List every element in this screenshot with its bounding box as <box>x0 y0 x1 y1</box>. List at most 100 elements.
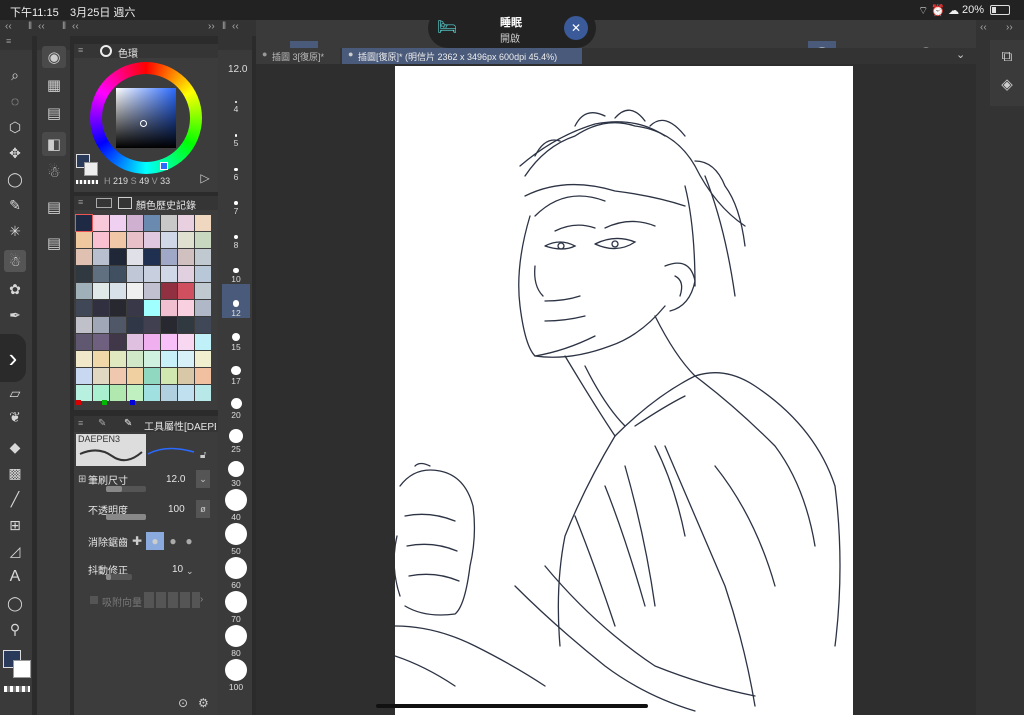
color-swatch[interactable] <box>195 266 211 282</box>
subtool-list-icon-2[interactable]: ▤ <box>42 232 66 254</box>
color-swatch[interactable] <box>127 334 143 350</box>
color-swatch[interactable] <box>195 249 211 265</box>
lock-icon[interactable]: 🔓︎ <box>200 450 206 461</box>
brush-size-item[interactable]: 15 <box>222 318 250 352</box>
tab-illustration-active[interactable]: ● 插圖[復原]* (明信片 2362 x 3496px 600dpi 45.4… <box>342 48 582 64</box>
brush-size-item[interactable]: 60 <box>222 556 250 590</box>
color-swatch[interactable] <box>75 214 93 232</box>
magic-wand-icon[interactable]: ✳ <box>4 220 26 242</box>
color-swatch[interactable] <box>76 249 92 265</box>
color-swatch[interactable] <box>93 283 109 299</box>
color-swatch[interactable] <box>127 249 143 265</box>
collapse-left-icon[interactable]: ‹‹ <box>5 21 12 32</box>
color-swatch[interactable] <box>195 232 211 248</box>
color-swatch[interactable] <box>161 215 177 231</box>
color-swatch[interactable] <box>110 385 126 401</box>
color-swatch[interactable] <box>76 385 92 401</box>
hue-ring[interactable] <box>90 62 202 174</box>
brush-size-item[interactable]: 8 <box>222 216 250 250</box>
collapse-left-icon-3[interactable]: ‹‹ <box>72 21 79 32</box>
color-swatch[interactable] <box>144 300 160 316</box>
lasso-select-icon[interactable]: ◌ <box>4 90 26 112</box>
sidebar-expand-chevron-icon[interactable]: › <box>0 334 26 382</box>
brush-size-item[interactable]: 80 <box>222 624 250 658</box>
brush-preview[interactable]: DAEPEN3 <box>76 434 146 466</box>
tool-property-tab-icon[interactable]: ✎ <box>98 418 106 429</box>
subtool-list-icon[interactable]: ▤ <box>42 196 66 218</box>
brush-size-item[interactable]: 20 <box>222 386 250 420</box>
opacity-toggle-icon[interactable]: ø <box>196 500 210 518</box>
brush-size-item[interactable]: 10 <box>222 250 250 284</box>
color-swatch[interactable] <box>195 385 211 401</box>
color-swatch[interactable] <box>178 351 194 367</box>
color-swatch[interactable] <box>161 283 177 299</box>
color-history-tab-icon[interactable] <box>118 197 132 209</box>
marker-subtool-icon[interactable]: ▤ <box>42 102 66 124</box>
color-swatch[interactable] <box>161 385 177 401</box>
stabilizer-slider[interactable] <box>106 574 132 580</box>
lasso-tool-icon[interactable]: ◯ <box>4 168 26 190</box>
canvas-paper[interactable] <box>395 66 853 715</box>
color-swatch[interactable] <box>76 317 92 333</box>
sub-color-chip[interactable] <box>84 162 98 176</box>
color-swatch[interactable] <box>195 351 211 367</box>
color-swatch[interactable] <box>144 215 160 231</box>
color-swatch[interactable] <box>178 283 194 299</box>
color-swatch[interactable] <box>161 266 177 282</box>
color-swatch[interactable] <box>93 215 109 231</box>
balloon-tool-icon[interactable]: ◯ <box>4 592 26 614</box>
color-swatch[interactable] <box>195 334 211 350</box>
color-swatch[interactable] <box>93 249 109 265</box>
color-swatch[interactable] <box>110 351 126 367</box>
pen-subtool-icon[interactable]: ◉ <box>42 46 66 68</box>
panel-split-icon-3[interactable]: ‖ <box>222 21 226 32</box>
sleep-close-icon[interactable]: ✕ <box>564 16 588 40</box>
color-swatch[interactable] <box>110 317 126 333</box>
color-swatch[interactable] <box>178 215 194 231</box>
brush-size-expand-icon[interactable]: ⊞ <box>78 474 86 485</box>
brush-size-item[interactable]: 30 <box>222 454 250 488</box>
color-swatch[interactable] <box>110 249 126 265</box>
color-swatch[interactable] <box>144 334 160 350</box>
brush-subtool-icon[interactable]: ◧ <box>42 132 66 156</box>
snap-checkbox[interactable] <box>90 596 98 604</box>
pencil-subtool-icon[interactable]: ▦ <box>42 74 66 96</box>
color-swatch[interactable] <box>178 249 194 265</box>
collapse-left-icon-4[interactable]: ‹‹ <box>232 21 239 32</box>
brush-size-item[interactable]: 5 <box>222 114 250 148</box>
brush-tool-icon[interactable]: ✿ <box>4 278 26 300</box>
snap-more-icon[interactable]: › <box>200 594 203 605</box>
color-swatch[interactable] <box>144 351 160 367</box>
color-swatch[interactable] <box>161 300 177 316</box>
color-swatch[interactable] <box>110 300 126 316</box>
hue-cursor[interactable] <box>160 162 168 170</box>
text-tool-icon[interactable]: A <box>4 566 26 588</box>
collapse-left-icon-2[interactable]: ‹‹ <box>38 21 45 32</box>
color-swatch[interactable] <box>178 266 194 282</box>
color-swatch[interactable] <box>161 249 177 265</box>
collapse-right-icon[interactable]: ‹‹ <box>980 22 987 33</box>
color-swatch[interactable] <box>161 334 177 350</box>
color-swatch[interactable] <box>195 283 211 299</box>
color-swatch[interactable] <box>93 368 109 384</box>
color-swatch[interactable] <box>144 283 160 299</box>
color-swatch[interactable] <box>178 232 194 248</box>
brush-size-item[interactable]: 70 <box>222 590 250 624</box>
opacity-slider[interactable] <box>106 514 146 520</box>
correct-line-tool-icon[interactable]: ⚲ <box>4 618 26 640</box>
snap-options[interactable] <box>144 592 200 608</box>
brush-size-item[interactable]: 17 <box>222 352 250 386</box>
color-swatch[interactable] <box>110 283 126 299</box>
color-swatch[interactable] <box>110 215 126 231</box>
opacity-value[interactable]: 100 <box>168 504 185 515</box>
color-swatch[interactable] <box>76 351 92 367</box>
layer-panel-icon[interactable]: ◈ <box>994 72 1020 96</box>
color-swatch[interactable] <box>144 266 160 282</box>
color-swatch[interactable] <box>93 351 109 367</box>
color-swatch[interactable] <box>110 232 126 248</box>
brush-size-item[interactable]: 4 <box>222 80 250 114</box>
transparent-chip[interactable] <box>76 180 98 184</box>
expand-right-icon[interactable]: ›› <box>208 21 215 32</box>
color-swatch[interactable] <box>144 232 160 248</box>
antialias-strong-icon[interactable]: ● <box>182 532 196 550</box>
